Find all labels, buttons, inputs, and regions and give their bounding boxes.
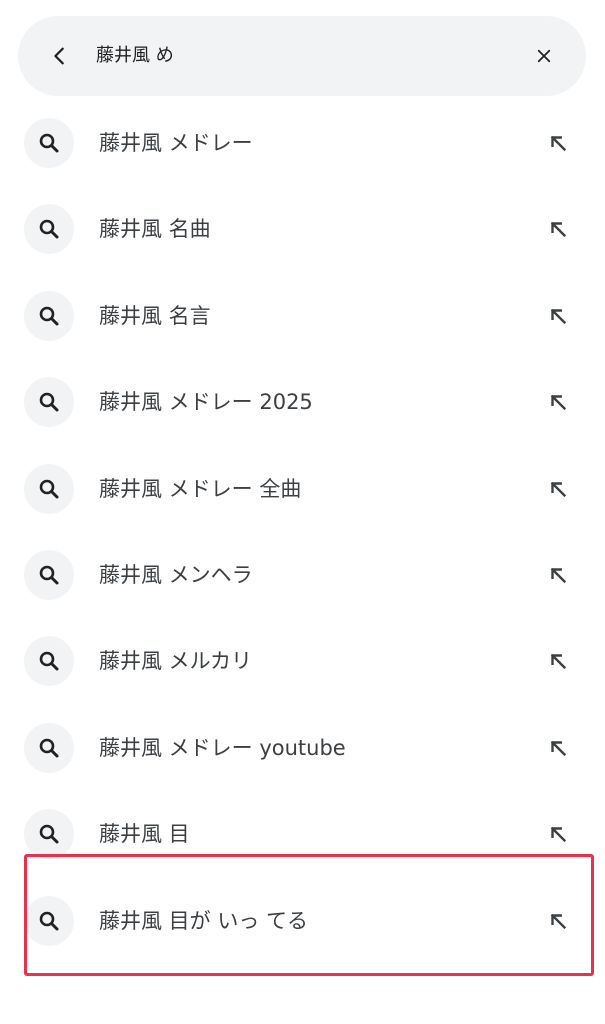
search-icon (24, 895, 74, 946)
suggestion-item-highlighted[interactable]: 藤井風 目が いっ てる (0, 878, 605, 964)
arrow-up-left-icon[interactable] (541, 126, 575, 160)
arrow-up-left-icon[interactable] (541, 817, 575, 851)
suggestion-item[interactable]: 藤井風 メドレー 全曲 (0, 446, 605, 532)
search-suggestions-page: 藤井風 め 藤井風 メドレー 藤井風 名曲 藤井風 名言 藤井風 メドレー 20… (0, 0, 605, 1024)
search-icon (24, 377, 74, 428)
clear-button[interactable] (526, 38, 562, 74)
search-icon (24, 809, 74, 860)
suggestion-label: 藤井風 メドレー 全曲 (99, 476, 302, 501)
suggestion-item[interactable]: 藤井風 メドレー (0, 100, 605, 186)
arrow-up-left-icon[interactable] (541, 385, 575, 419)
suggestion-label: 藤井風 名言 (99, 303, 211, 328)
back-button[interactable] (42, 38, 78, 74)
arrow-up-left-icon[interactable] (541, 299, 575, 333)
suggestion-item[interactable]: 藤井風 メンヘラ (0, 532, 605, 618)
chevron-left-icon (54, 47, 64, 65)
suggestion-item[interactable]: 藤井風 名言 (0, 273, 605, 359)
search-input[interactable]: 藤井風 め (96, 16, 174, 96)
suggestion-item[interactable]: 藤井風 目 (0, 791, 605, 877)
search-icon (24, 722, 74, 773)
arrow-up-left-icon[interactable] (541, 472, 575, 506)
search-icon (24, 463, 74, 514)
search-icon (24, 204, 74, 255)
search-icon (24, 636, 74, 687)
suggestion-label: 藤井風 メドレー 2025 (99, 390, 313, 415)
search-icon (24, 549, 74, 600)
arrow-up-left-icon[interactable] (541, 644, 575, 678)
arrow-up-left-icon[interactable] (541, 558, 575, 592)
suggestion-label: 藤井風 メンヘラ (99, 562, 253, 587)
search-icon (24, 118, 74, 168)
suggestion-item[interactable]: 藤井風 メドレー 2025 (0, 359, 605, 445)
suggestion-label: 藤井風 目が いっ てる (99, 908, 309, 933)
arrow-up-left-icon[interactable] (541, 904, 575, 938)
suggestion-label: 藤井風 メドレー (99, 131, 253, 155)
close-icon (537, 49, 551, 63)
suggestion-label: 藤井風 メルカリ (99, 649, 253, 674)
suggestion-label: 藤井風 目 (99, 822, 190, 847)
search-icon (24, 290, 74, 341)
suggestion-item[interactable]: 藤井風 メドレー youtube (0, 705, 605, 791)
suggestion-item[interactable]: 藤井風 メルカリ (0, 618, 605, 704)
suggestion-label: 藤井風 メドレー youtube (99, 735, 346, 760)
suggestion-item[interactable]: 藤井風 名曲 (0, 186, 605, 272)
suggestion-label: 藤井風 名曲 (99, 217, 211, 242)
arrow-up-left-icon[interactable] (541, 731, 575, 765)
arrow-up-left-icon[interactable] (541, 212, 575, 246)
suggestion-list: 藤井風 メドレー 藤井風 名曲 藤井風 名言 藤井風 メドレー 2025 藤井風… (0, 100, 605, 964)
search-bar[interactable]: 藤井風 め (18, 16, 586, 96)
